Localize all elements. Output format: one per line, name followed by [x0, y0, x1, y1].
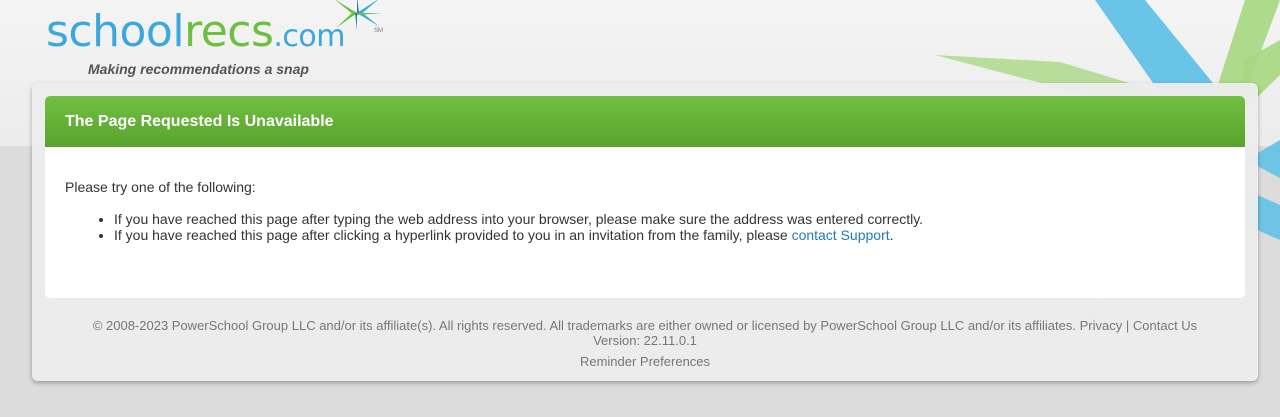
- logo-middle: recs: [184, 6, 274, 57]
- suggestion-item: If you have reached this page after typi…: [114, 211, 1225, 227]
- logo-wordmark: schoolrecs.com: [46, 10, 345, 54]
- contact-us-link[interactable]: Contact Us: [1133, 318, 1197, 333]
- suggestion-list: If you have reached this page after typi…: [65, 211, 1225, 243]
- suggestion-text: If you have reached this page after clic…: [114, 227, 792, 243]
- error-card-header: The Page Requested Is Unavailable: [45, 96, 1245, 147]
- logo-prefix: school: [46, 6, 185, 57]
- reminder-preferences-link[interactable]: Reminder Preferences: [580, 354, 710, 369]
- suggestion-period: .: [889, 227, 894, 243]
- footer-separator: |: [1125, 318, 1130, 333]
- suggestion-text: If you have reached this page after typi…: [114, 211, 924, 227]
- error-card: The Page Requested Is Unavailable Please…: [45, 96, 1245, 298]
- version-text: Version: 22.11.0.1: [593, 333, 697, 348]
- logo-tagline: Making recommendations a snap: [88, 61, 309, 77]
- page-title: The Page Requested Is Unavailable: [65, 112, 334, 130]
- contact-support-link[interactable]: contact Support: [792, 227, 890, 243]
- error-card-body: Please try one of the following: If you …: [45, 147, 1245, 243]
- footer-legal-line: © 2008-2023 PowerSchool Group LLC and/or…: [45, 318, 1245, 333]
- footer: © 2008-2023 PowerSchool Group LLC and/or…: [45, 318, 1245, 369]
- instructions-intro: Please try one of the following:: [65, 179, 256, 195]
- suggestion-item: If you have reached this page after clic…: [114, 227, 1225, 243]
- privacy-link[interactable]: Privacy: [1080, 318, 1123, 333]
- logo-suffix: .com: [273, 19, 345, 54]
- service-mark: SM: [374, 28, 383, 34]
- copyright-text: © 2008-2023 PowerSchool Group LLC and/or…: [92, 318, 1076, 333]
